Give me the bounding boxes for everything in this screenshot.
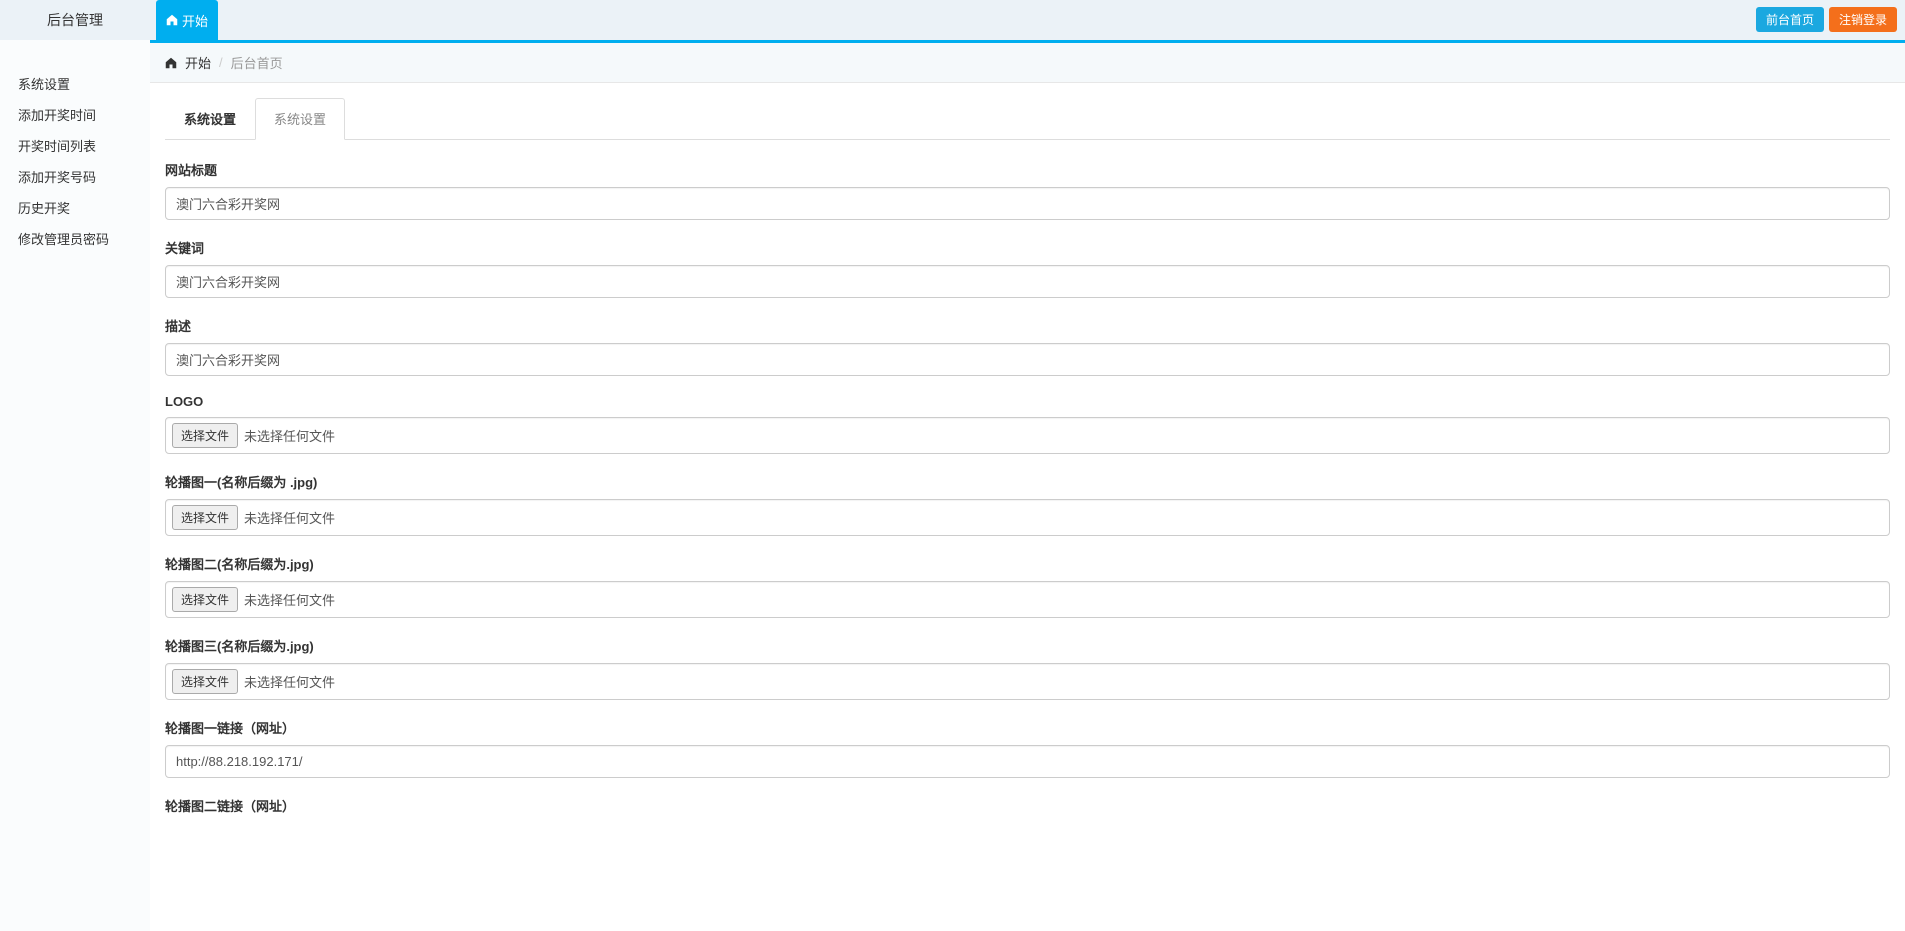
front-page-button[interactable]: 前台首页	[1756, 7, 1824, 32]
form-group-carousel2-link: 轮播图二链接（网址）	[165, 796, 1890, 815]
breadcrumb-start[interactable]: 开始	[185, 53, 211, 72]
sidebar-item-change-password[interactable]: 修改管理员密码	[0, 223, 150, 254]
breadcrumb-separator: /	[219, 55, 223, 70]
breadcrumb: 开始 / 后台首页	[150, 43, 1905, 83]
home-icon	[165, 57, 177, 69]
sidebar-item-history-lottery[interactable]: 历史开奖	[0, 192, 150, 223]
label-carousel2: 轮播图二(名称后缀为.jpg)	[165, 554, 1890, 573]
sidebar-item-lottery-time-list[interactable]: 开奖时间列表	[0, 130, 150, 161]
header-buttons: 前台首页 注销登录	[1756, 7, 1897, 32]
form-group-carousel1: 轮播图一(名称后缀为 .jpg) 选择文件 未选择任何文件	[165, 472, 1890, 536]
label-carousel3: 轮播图三(名称后缀为.jpg)	[165, 636, 1890, 655]
form-group-keywords: 关键词	[165, 238, 1890, 298]
sidebar-item-add-lottery-time[interactable]: 添加开奖时间	[0, 99, 150, 130]
nav-tabs: 开始	[156, 0, 218, 40]
nav-tab-label: 开始	[182, 11, 208, 30]
input-description[interactable]	[165, 343, 1890, 376]
form-wrapper: 网站标题 关键词 描述 LOGO 选择文件	[165, 140, 1890, 815]
file-status-carousel1: 未选择任何文件	[244, 508, 335, 527]
app-title: 后台管理	[0, 10, 150, 30]
label-carousel1-link: 轮播图一链接（网址）	[165, 718, 1890, 737]
input-site-title[interactable]	[165, 187, 1890, 220]
sidebar: 系统设置 添加开奖时间 开奖时间列表 添加开奖号码 历史开奖 修改管理员密码	[0, 40, 150, 931]
logout-button[interactable]: 注销登录	[1829, 7, 1897, 32]
form-group-site-title: 网站标题	[165, 160, 1890, 220]
file-status-carousel3: 未选择任何文件	[244, 672, 335, 691]
label-site-title: 网站标题	[165, 160, 1890, 179]
form-group-logo: LOGO 选择文件 未选择任何文件	[165, 394, 1890, 454]
label-description: 描述	[165, 316, 1890, 335]
top-header: 后台管理 开始 前台首页 注销登录	[0, 0, 1905, 40]
home-icon	[166, 14, 178, 26]
label-carousel2-link: 轮播图二链接（网址）	[165, 796, 1890, 815]
panel-tabs: 系统设置 系统设置	[165, 98, 1890, 140]
label-logo: LOGO	[165, 394, 1890, 409]
label-carousel1: 轮播图一(名称后缀为 .jpg)	[165, 472, 1890, 491]
file-button-carousel3[interactable]: 选择文件	[172, 669, 238, 694]
input-carousel1-link[interactable]	[165, 745, 1890, 778]
file-status-carousel2: 未选择任何文件	[244, 590, 335, 609]
sidebar-item-system-settings[interactable]: 系统设置	[0, 68, 150, 99]
file-status-logo: 未选择任何文件	[244, 426, 335, 445]
file-button-logo[interactable]: 选择文件	[172, 423, 238, 448]
form-group-carousel3: 轮播图三(名称后缀为.jpg) 选择文件 未选择任何文件	[165, 636, 1890, 700]
main-content: 开始 / 后台首页 系统设置 系统设置 网站标题 关键词	[150, 40, 1905, 931]
file-input-carousel1[interactable]: 选择文件 未选择任何文件	[165, 499, 1890, 536]
file-button-carousel2[interactable]: 选择文件	[172, 587, 238, 612]
form-group-carousel2: 轮播图二(名称后缀为.jpg) 选择文件 未选择任何文件	[165, 554, 1890, 618]
form-group-carousel1-link: 轮播图一链接（网址）	[165, 718, 1890, 778]
breadcrumb-current: 后台首页	[231, 53, 283, 72]
sidebar-item-add-lottery-number[interactable]: 添加开奖号码	[0, 161, 150, 192]
input-keywords[interactable]	[165, 265, 1890, 298]
content-wrapper: 系统设置 系统设置 网站标题 关键词 描述	[150, 83, 1905, 848]
panel-tab-1[interactable]: 系统设置	[165, 98, 255, 140]
file-button-carousel1[interactable]: 选择文件	[172, 505, 238, 530]
form-group-description: 描述	[165, 316, 1890, 376]
panel-tab-2[interactable]: 系统设置	[255, 98, 345, 140]
sidebar-menu: 系统设置 添加开奖时间 开奖时间列表 添加开奖号码 历史开奖 修改管理员密码	[0, 68, 150, 254]
file-input-carousel3[interactable]: 选择文件 未选择任何文件	[165, 663, 1890, 700]
nav-tab-start[interactable]: 开始	[156, 0, 218, 40]
layout: 系统设置 添加开奖时间 开奖时间列表 添加开奖号码 历史开奖 修改管理员密码 开…	[0, 40, 1905, 931]
file-input-carousel2[interactable]: 选择文件 未选择任何文件	[165, 581, 1890, 618]
label-keywords: 关键词	[165, 238, 1890, 257]
file-input-logo[interactable]: 选择文件 未选择任何文件	[165, 417, 1890, 454]
